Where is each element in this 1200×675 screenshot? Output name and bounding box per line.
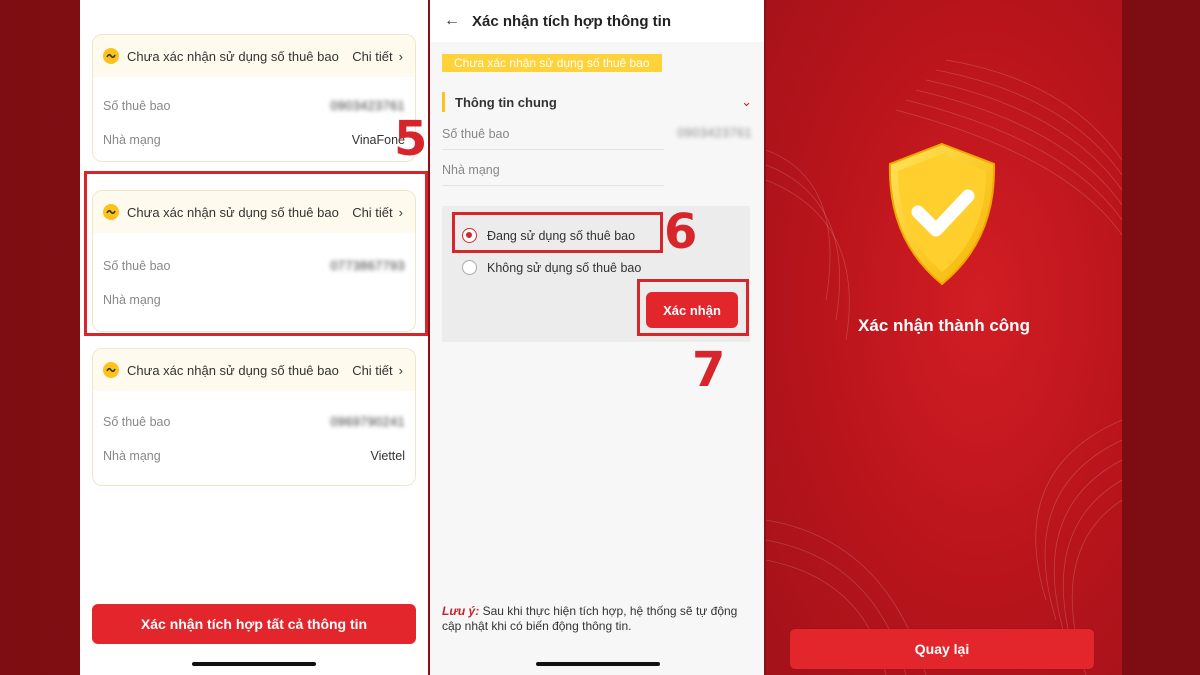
background-pattern: [766, 59, 1122, 675]
detail-link[interactable]: Chi tiết ›: [352, 363, 403, 378]
card-status-title: Chưa xác nhận sử dụng số thuê bao: [127, 362, 339, 378]
home-indicator: [536, 662, 660, 666]
right-frame: [1122, 0, 1200, 675]
step-6-highlight: [452, 212, 663, 253]
subscriber-number: 0903423761: [677, 126, 752, 140]
note-body: Sau khi thực hiện tích hợp, hệ thống sẽ …: [442, 604, 738, 633]
step-6-label: 6: [664, 204, 698, 260]
step-5-label: 5: [394, 111, 428, 167]
option-not-in-use[interactable]: Không sử dụng số thuê bao: [462, 260, 641, 275]
screen-header: ← Xác nhận tích hợp thông tin: [430, 0, 764, 42]
confirm-all-button[interactable]: Xác nhận tích hợp tất cả thông tin: [92, 604, 416, 644]
detail-label: Chi tiết: [352, 362, 393, 378]
step-7-highlight: [637, 279, 749, 336]
subscriber-list-screen: Chưa xác nhận sử dụng số thuê bao Chi ti…: [80, 0, 428, 675]
subscriber-label: Số thuê bao: [442, 126, 510, 141]
note-label: Lưu ý:: [442, 604, 480, 618]
subscriber-field: Số thuê bao: [442, 118, 664, 150]
detail-label: Chi tiết: [352, 48, 393, 64]
carrier-label: Nhà mạng: [442, 162, 500, 177]
chevron-right-icon: ›: [398, 48, 403, 64]
detail-link[interactable]: Chi tiết ›: [352, 49, 403, 64]
note-text: Lưu ý: Sau khi thực hiện tích hợp, hệ th…: [442, 604, 754, 634]
carrier-label: Nhà mạng: [103, 133, 161, 147]
section-general-info[interactable]: Thông tin chung ⌄: [442, 92, 752, 112]
subscriber-row: Số thuê bao 0969790241: [93, 405, 415, 439]
confirm-integration-screen: ← Xác nhận tích hợp thông tin Chưa xác n…: [430, 0, 764, 675]
carrier-row: Nhà mạng Viettel: [93, 439, 415, 473]
step-7-label: 7: [692, 342, 726, 398]
home-indicator: [192, 662, 316, 666]
subscriber-card[interactable]: Chưa xác nhận sử dụng số thuê bao Chi ti…: [92, 348, 416, 486]
chevron-right-icon: ›: [398, 362, 403, 378]
subscriber-card[interactable]: Chưa xác nhận sử dụng số thuê bao Chi ti…: [92, 34, 416, 162]
step-5-highlight: [84, 171, 428, 336]
arrow-left-icon[interactable]: ←: [444, 12, 460, 30]
radio-unselected-icon[interactable]: [462, 260, 477, 275]
screen-title: Xác nhận tích hợp thông tin: [472, 12, 671, 30]
status-badge: Chưa xác nhận sử dụng số thuê bao: [442, 54, 662, 72]
warning-circle-icon: [103, 362, 119, 378]
chevron-down-icon[interactable]: ⌄: [741, 94, 752, 110]
subscriber-number: 0969790241: [330, 415, 405, 429]
option-label: Không sử dụng số thuê bao: [487, 260, 642, 275]
success-screen: Xác nhận thành công Quay lại: [766, 0, 1122, 675]
card-status-title: Chưa xác nhận sử dụng số thuê bao: [127, 48, 339, 64]
success-message: Xác nhận thành công: [858, 316, 1030, 335]
card-header[interactable]: Chưa xác nhận sử dụng số thuê bao Chi ti…: [93, 349, 415, 391]
subscriber-label: Số thuê bao: [103, 99, 171, 113]
shield-check-icon: [888, 142, 996, 286]
subscriber-row: Số thuê bao 0903423761: [93, 89, 415, 123]
subscriber-label: Số thuê bao: [103, 415, 171, 429]
carrier-value: Viettel: [370, 449, 405, 463]
warning-circle-icon: [103, 48, 119, 64]
carrier-label: Nhà mạng: [103, 449, 161, 463]
back-button[interactable]: Quay lại: [790, 629, 1094, 669]
card-header[interactable]: Chưa xác nhận sử dụng số thuê bao Chi ti…: [93, 35, 415, 77]
carrier-field: Nhà mạng: [442, 154, 664, 186]
carrier-row: Nhà mạng VinaFone: [93, 123, 415, 157]
section-title: Thông tin chung: [455, 94, 557, 110]
